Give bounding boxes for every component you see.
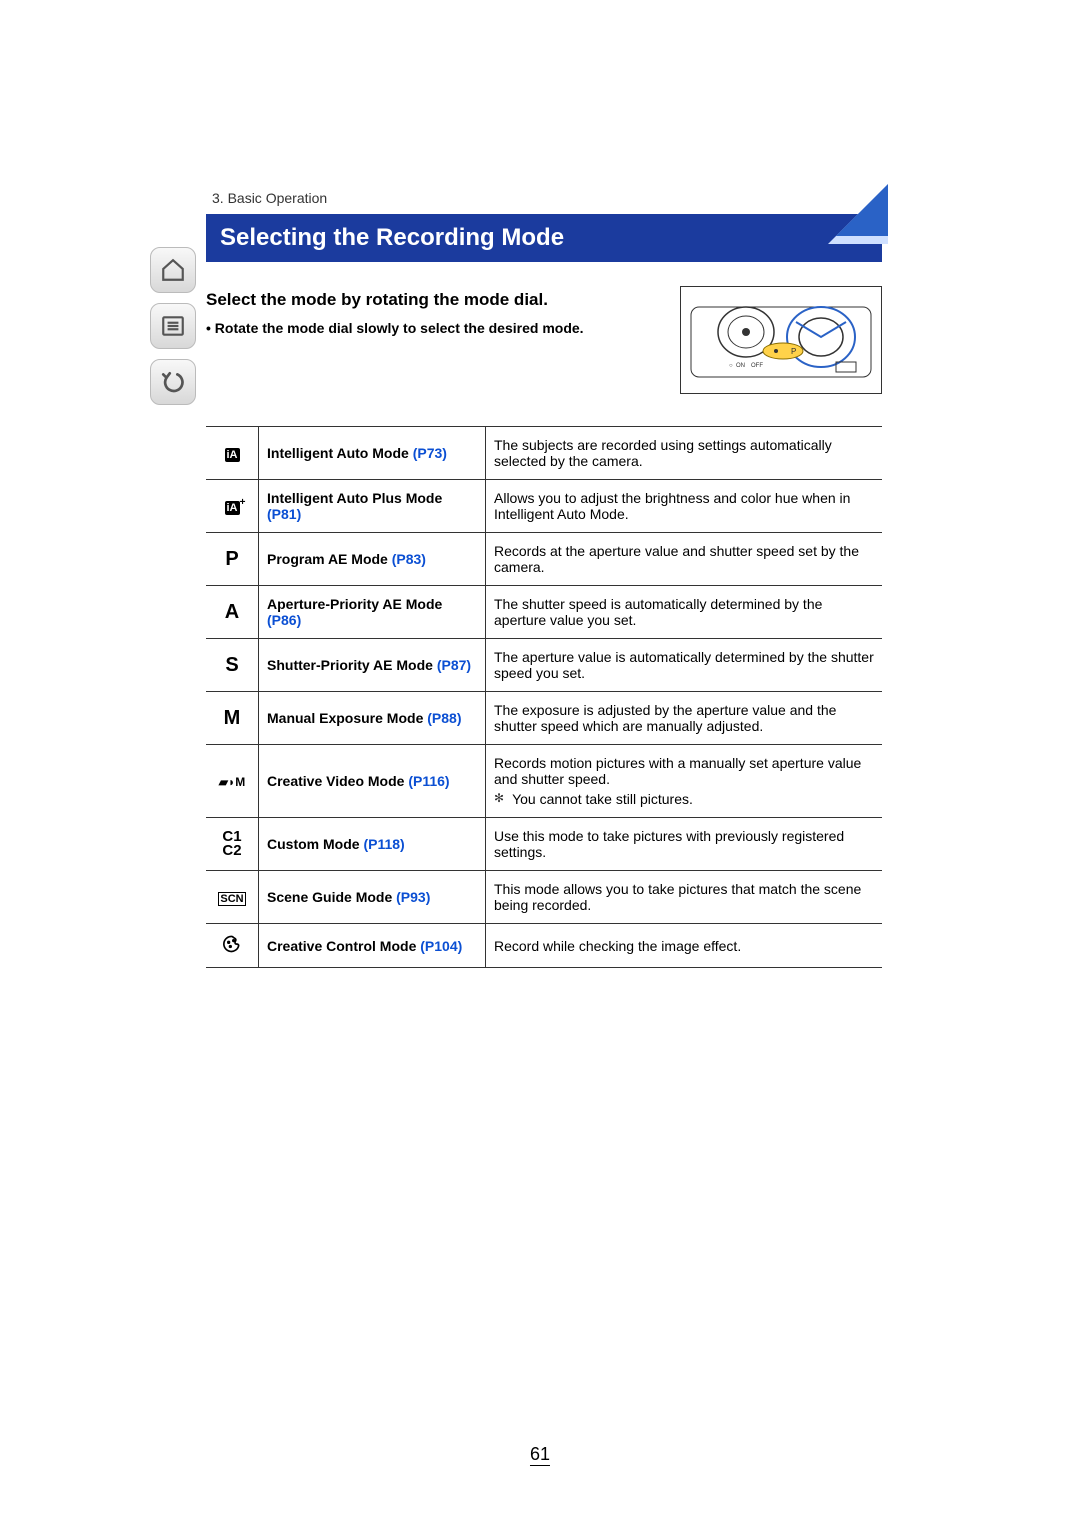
mode-name-cell: Manual Exposure Mode (P88): [259, 692, 486, 745]
table-row: iA+Intelligent Auto Plus Mode (P81)Allow…: [206, 480, 882, 533]
mode-description: Use this mode to take pictures with prev…: [486, 818, 883, 871]
home-icon[interactable]: [150, 247, 196, 293]
mode-icon: S: [206, 639, 259, 692]
mode-icon: P: [206, 533, 259, 586]
mode-description: The subjects are recorded using settings…: [486, 427, 883, 480]
mode-name-cell: Program AE Mode (P83): [259, 533, 486, 586]
mode-description: The shutter speed is automatically deter…: [486, 586, 883, 639]
header: 3. Basic Operation Selecting the Recordi…: [206, 190, 882, 270]
back-icon[interactable]: [150, 359, 196, 405]
note-bullet-icon: ✻: [494, 791, 504, 807]
mode-dial-diagram: P ○ ON OFF: [680, 286, 882, 394]
mode-page-ref[interactable]: (P87): [437, 657, 471, 673]
mode-page-ref[interactable]: (P83): [392, 551, 426, 567]
mode-icon: iA+: [206, 480, 259, 533]
mode-name: Manual Exposure Mode: [267, 710, 423, 726]
mode-page-ref[interactable]: (P73): [413, 445, 447, 461]
mode-name: Custom Mode: [267, 836, 360, 852]
mode-name-cell: Intelligent Auto Mode (P73): [259, 427, 486, 480]
sidebar: [150, 247, 196, 405]
mode-name: Aperture-Priority AE Mode: [267, 596, 442, 612]
modes-table: iAIntelligent Auto Mode (P73)The subject…: [206, 426, 882, 968]
mode-page-ref[interactable]: (P116): [408, 773, 449, 789]
table-row: SShutter-Priority AE Mode (P87)The apert…: [206, 639, 882, 692]
table-row: Creative Control Mode (P104)Record while…: [206, 924, 882, 968]
table-row: SCNScene Guide Mode (P93)This mode allow…: [206, 871, 882, 924]
mode-name-cell: Creative Video Mode (P116): [259, 745, 486, 818]
page-content: 3. Basic Operation Selecting the Recordi…: [206, 190, 882, 968]
mode-icon: A: [206, 586, 259, 639]
mode-description: Records at the aperture value and shutte…: [486, 533, 883, 586]
table-row: C1C2Custom Mode (P118)Use this mode to t…: [206, 818, 882, 871]
mode-page-ref[interactable]: (P93): [396, 889, 430, 905]
mode-description: Allows you to adjust the brightness and …: [486, 480, 883, 533]
mode-icon: [206, 924, 259, 968]
mode-name-cell: Intelligent Auto Plus Mode (P81): [259, 480, 486, 533]
mode-page-ref[interactable]: (P81): [267, 506, 301, 522]
toc-icon[interactable]: [150, 303, 196, 349]
mode-icon: ▰◗M: [206, 745, 259, 818]
mode-name-cell: Aperture-Priority AE Mode (P86): [259, 586, 486, 639]
mode-description: Record while checking the image effect.: [486, 924, 883, 968]
svg-text:○: ○: [729, 363, 733, 369]
mode-name: Shutter-Priority AE Mode: [267, 657, 433, 673]
mode-icon: C1C2: [206, 818, 259, 871]
corner-decoration: [836, 184, 888, 236]
diagram-off-label: OFF: [751, 363, 763, 369]
mode-name-cell: Shutter-Priority AE Mode (P87): [259, 639, 486, 692]
mode-icon: iA: [206, 427, 259, 480]
diagram-on-label: ON: [736, 363, 745, 369]
mode-name: Program AE Mode: [267, 551, 388, 567]
mode-name: Intelligent Auto Mode: [267, 445, 409, 461]
mode-name-cell: Custom Mode (P118): [259, 818, 486, 871]
table-row: MManual Exposure Mode (P88)The exposure …: [206, 692, 882, 745]
mode-name-cell: Creative Control Mode (P104): [259, 924, 486, 968]
mode-name: Creative Video Mode: [267, 773, 404, 789]
mode-name: Intelligent Auto Plus Mode: [267, 490, 442, 506]
mode-name: Scene Guide Mode: [267, 889, 392, 905]
table-row: iAIntelligent Auto Mode (P73)The subject…: [206, 427, 882, 480]
table-row: ▰◗MCreative Video Mode (P116)Records mot…: [206, 745, 882, 818]
mode-description: The exposure is adjusted by the aperture…: [486, 692, 883, 745]
mode-page-ref[interactable]: (P118): [363, 836, 404, 852]
mode-name: Creative Control Mode: [267, 938, 416, 954]
table-row: AAperture-Priority AE Mode (P86)The shut…: [206, 586, 882, 639]
table-row: PProgram AE Mode (P83)Records at the ape…: [206, 533, 882, 586]
mode-page-ref[interactable]: (P104): [420, 938, 462, 954]
mode-icon: SCN: [206, 871, 259, 924]
mode-page-ref[interactable]: (P86): [267, 612, 301, 628]
mode-page-ref[interactable]: (P88): [427, 710, 461, 726]
mode-description: The aperture value is automatically dete…: [486, 639, 883, 692]
diagram-p-label: P: [791, 347, 796, 356]
mode-description: Records motion pictures with a manually …: [486, 745, 883, 818]
mode-name-cell: Scene Guide Mode (P93): [259, 871, 486, 924]
breadcrumb: 3. Basic Operation: [206, 190, 882, 206]
page-number: 61: [530, 1444, 550, 1466]
page-title: Selecting the Recording Mode: [206, 214, 882, 262]
mode-description: This mode allows you to take pictures th…: [486, 871, 883, 924]
mode-icon: M: [206, 692, 259, 745]
